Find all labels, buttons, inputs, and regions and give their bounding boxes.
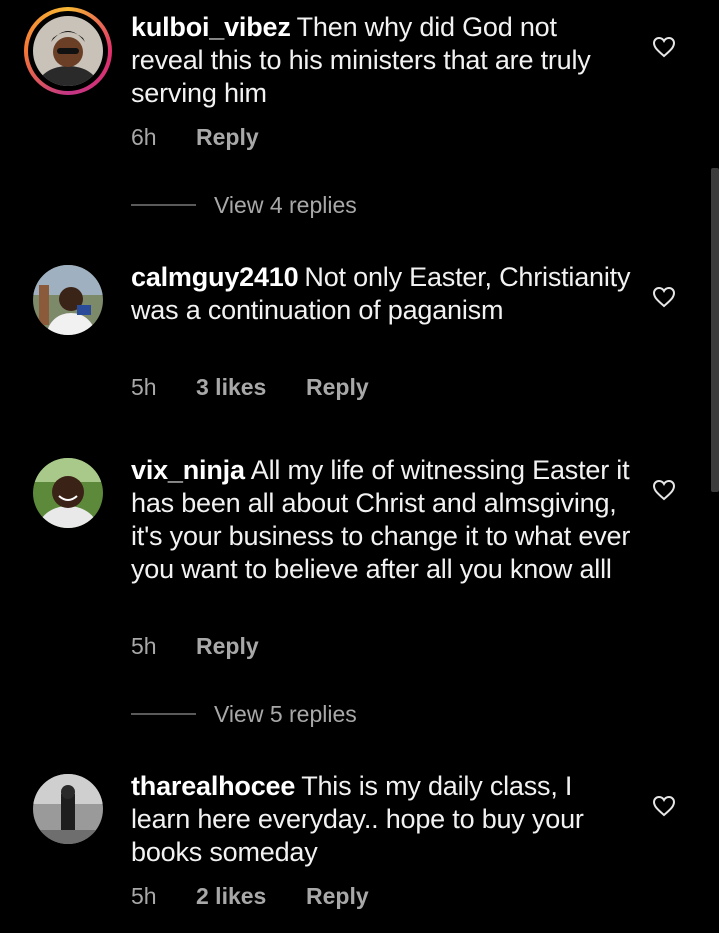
like-heart-icon[interactable] <box>652 479 676 501</box>
divider-line <box>131 713 196 715</box>
avatar[interactable] <box>33 458 103 528</box>
reply-button[interactable]: Reply <box>306 883 369 910</box>
comment-time: 6h <box>131 124 157 150</box>
avatar[interactable] <box>33 265 103 335</box>
like-heart-icon[interactable] <box>652 286 676 308</box>
like-heart-icon[interactable] <box>652 795 676 817</box>
comment-time: 5h <box>131 883 157 909</box>
comment-time: 5h <box>131 374 157 400</box>
divider-line <box>131 204 196 206</box>
comment-username[interactable]: tharealhocee <box>131 771 295 801</box>
comment-text: tharealhocee This is my daily class, I le… <box>131 770 631 869</box>
scrollbar[interactable] <box>711 168 719 492</box>
comment-text: calmguy2410 Not only Easter, Christianity… <box>131 261 631 327</box>
comment-username[interactable]: vix_ninja <box>131 455 245 485</box>
reply-button[interactable]: Reply <box>196 633 259 660</box>
likes-count[interactable]: 2 likes <box>196 883 306 910</box>
comment-username[interactable]: kulboi_vibez <box>131 12 291 42</box>
avatar-image <box>33 774 103 844</box>
view-replies-label: View 5 replies <box>214 700 357 727</box>
avatar-image <box>33 16 103 86</box>
view-replies-button[interactable]: View 5 replies <box>131 699 357 729</box>
avatar[interactable] <box>33 774 103 844</box>
avatar-image <box>33 458 103 528</box>
like-heart-icon[interactable] <box>652 36 676 58</box>
likes-count[interactable]: 3 likes <box>196 374 306 401</box>
avatar-image <box>33 265 103 335</box>
comment-username[interactable]: calmguy2410 <box>131 262 299 292</box>
reply-button[interactable]: Reply <box>196 124 259 151</box>
view-replies-label: View 4 replies <box>214 191 357 218</box>
comment-time: 5h <box>131 633 157 659</box>
reply-button[interactable]: Reply <box>306 374 369 401</box>
comment-text: vix_ninja All my life of witnessing Easte… <box>131 454 631 586</box>
comment-text: kulboi_vibez Then why did God not reveal … <box>131 11 631 110</box>
avatar[interactable] <box>24 7 112 95</box>
view-replies-button[interactable]: View 4 replies <box>131 190 357 220</box>
